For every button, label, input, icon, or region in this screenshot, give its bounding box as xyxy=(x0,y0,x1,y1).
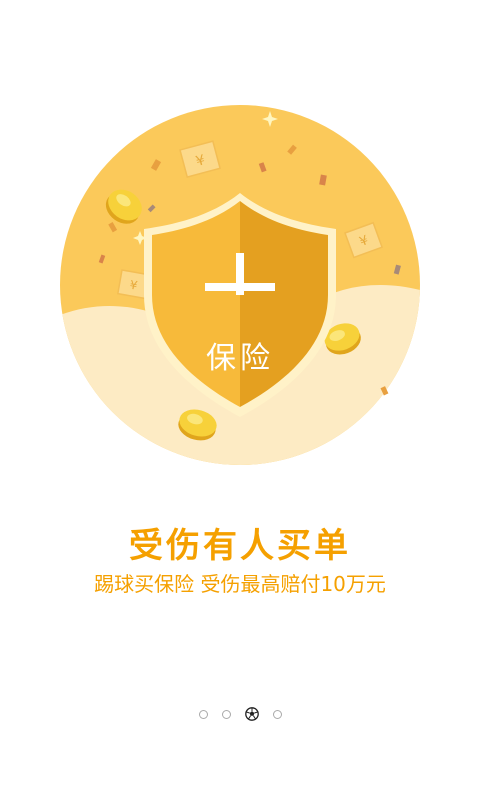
page-dot[interactable] xyxy=(272,709,282,719)
headline: 受伤有人买单 xyxy=(129,526,351,566)
page-dot[interactable] xyxy=(221,709,231,719)
onboarding-screen: ¥ ¥ ¥ 保险 受伤有人买单 踢球买保险 受伤最高赔付10万元 xyxy=(0,0,480,800)
shield-label: 保险 xyxy=(206,341,274,376)
insurance-illustration: ¥ ¥ ¥ 保险 xyxy=(60,105,420,465)
page-indicator xyxy=(0,704,480,724)
page-dot[interactable] xyxy=(198,709,208,719)
subline: 踢球买保险 受伤最高赔付10万元 xyxy=(94,572,386,596)
soccer-ball-icon[interactable] xyxy=(244,707,259,721)
